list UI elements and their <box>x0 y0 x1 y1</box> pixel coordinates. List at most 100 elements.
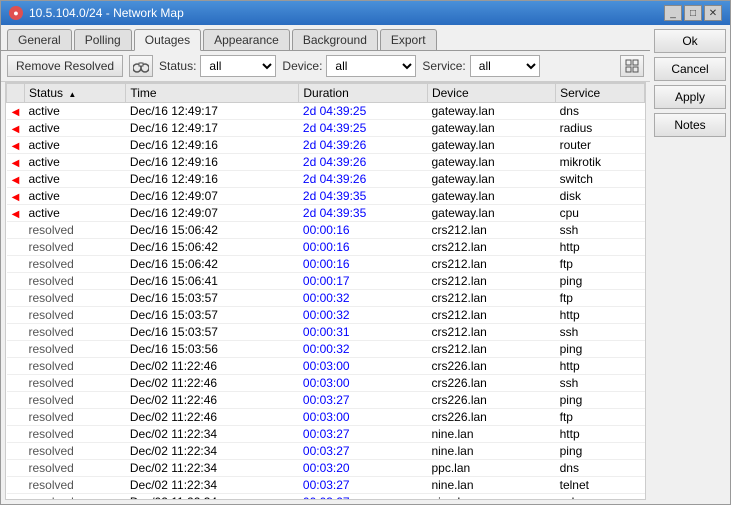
row-device: gateway.lan <box>427 171 555 188</box>
table-row: ◀activeDec/16 12:49:172d 04:39:25gateway… <box>7 103 645 120</box>
row-duration: 2d 04:39:25 <box>299 120 428 137</box>
row-time: Dec/02 11:22:34 <box>126 426 299 443</box>
row-service: ftp <box>556 256 645 273</box>
row-duration: 00:03:00 <box>299 375 428 392</box>
row-time: Dec/02 11:22:34 <box>126 443 299 460</box>
row-status: resolved <box>25 256 126 273</box>
cancel-button[interactable]: Cancel <box>654 57 726 81</box>
row-flag <box>7 239 25 256</box>
row-device: crs212.lan <box>427 256 555 273</box>
tab-outages[interactable]: Outages <box>134 29 201 51</box>
row-status: resolved <box>25 290 126 307</box>
device-select[interactable]: all <box>326 55 416 77</box>
row-device: crs226.lan <box>427 358 555 375</box>
row-time: Dec/02 11:22:34 <box>126 460 299 477</box>
row-device: crs212.lan <box>427 290 555 307</box>
row-device: nine.lan <box>427 477 555 494</box>
row-duration: 2d 04:39:26 <box>299 154 428 171</box>
search-button[interactable] <box>129 55 153 77</box>
row-duration: 00:00:17 <box>299 273 428 290</box>
close-button[interactable]: ✕ <box>704 5 722 21</box>
table-row: resolvedDec/02 11:22:3400:03:27nine.lans… <box>7 494 645 501</box>
row-time: Dec/16 15:06:41 <box>126 273 299 290</box>
table-row: ◀activeDec/16 12:49:072d 04:39:35gateway… <box>7 205 645 222</box>
row-status: resolved <box>25 460 126 477</box>
row-time: Dec/02 11:22:46 <box>126 409 299 426</box>
app-icon: ● <box>9 6 23 20</box>
table-row: ◀activeDec/16 12:49:162d 04:39:26gateway… <box>7 137 645 154</box>
row-status: resolved <box>25 307 126 324</box>
minimize-button[interactable]: _ <box>664 5 682 21</box>
row-duration: 00:00:16 <box>299 239 428 256</box>
row-service: dns <box>556 103 645 120</box>
device-filter: Device: all <box>282 55 416 77</box>
table-row: ◀activeDec/16 12:49:162d 04:39:26gateway… <box>7 154 645 171</box>
row-device: gateway.lan <box>427 137 555 154</box>
tab-export[interactable]: Export <box>380 29 437 50</box>
row-duration: 2d 04:39:25 <box>299 103 428 120</box>
row-device: crs212.lan <box>427 273 555 290</box>
row-status: resolved <box>25 375 126 392</box>
col-duration[interactable]: Duration <box>299 84 428 103</box>
row-device: crs212.lan <box>427 239 555 256</box>
tab-bar: General Polling Outages Appearance Backg… <box>1 25 650 51</box>
tab-general[interactable]: General <box>7 29 72 50</box>
row-time: Dec/02 11:22:46 <box>126 392 299 409</box>
row-time: Dec/16 12:49:16 <box>126 171 299 188</box>
row-status: resolved <box>25 477 126 494</box>
row-flag <box>7 443 25 460</box>
row-time: Dec/16 12:49:16 <box>126 137 299 154</box>
apply-button[interactable]: Apply <box>654 85 726 109</box>
row-duration: 00:00:31 <box>299 324 428 341</box>
row-service: dns <box>556 460 645 477</box>
remove-resolved-button[interactable]: Remove Resolved <box>7 55 123 77</box>
row-duration: 00:03:27 <box>299 392 428 409</box>
col-time[interactable]: Time <box>126 84 299 103</box>
row-flag: ◀ <box>7 188 25 205</box>
tab-polling[interactable]: Polling <box>74 29 132 50</box>
row-status: active <box>25 171 126 188</box>
col-device[interactable]: Device <box>427 84 555 103</box>
main-window: ● 10.5.104.0/24 - Network Map _ □ ✕ Gene… <box>0 0 731 505</box>
col-status[interactable]: Status ▲ <box>25 84 126 103</box>
row-flag: ◀ <box>7 154 25 171</box>
row-service: telnet <box>556 477 645 494</box>
view-options-button[interactable] <box>620 55 644 77</box>
table-row: resolvedDec/16 15:03:5700:00:32crs212.la… <box>7 307 645 324</box>
row-device: nine.lan <box>427 494 555 501</box>
row-status: resolved <box>25 409 126 426</box>
col-service[interactable]: Service <box>556 84 645 103</box>
table-header-row: Status ▲ Time Duration Device Service <box>7 84 645 103</box>
notes-button[interactable]: Notes <box>654 113 726 137</box>
table-row: resolvedDec/02 11:22:4600:03:00crs226.la… <box>7 409 645 426</box>
toolbar: Remove Resolved Status: all active resol… <box>1 51 650 82</box>
service-select[interactable]: all <box>470 55 540 77</box>
row-flag <box>7 256 25 273</box>
service-label: Service: <box>422 59 465 73</box>
status-select[interactable]: all active resolved <box>200 55 276 77</box>
row-service: radius <box>556 120 645 137</box>
table-body: ◀activeDec/16 12:49:172d 04:39:25gateway… <box>7 103 645 501</box>
row-flag <box>7 494 25 501</box>
maximize-button[interactable]: □ <box>684 5 702 21</box>
table-row: resolvedDec/02 11:22:4600:03:27crs226.la… <box>7 392 645 409</box>
table-row: ◀activeDec/16 12:49:072d 04:39:35gateway… <box>7 188 645 205</box>
row-service: http <box>556 358 645 375</box>
row-device: crs212.lan <box>427 307 555 324</box>
row-flag <box>7 222 25 239</box>
outages-table-container[interactable]: Status ▲ Time Duration Device Service ◀a… <box>5 82 646 500</box>
device-label: Device: <box>282 59 322 73</box>
row-service: http <box>556 239 645 256</box>
service-filter: Service: all <box>422 55 539 77</box>
row-time: Dec/02 11:22:46 <box>126 358 299 375</box>
table-row: ◀activeDec/16 12:49:162d 04:39:26gateway… <box>7 171 645 188</box>
row-status: resolved <box>25 324 126 341</box>
row-time: Dec/16 15:03:57 <box>126 324 299 341</box>
table-row: resolvedDec/16 15:03:5700:00:32crs212.la… <box>7 290 645 307</box>
row-device: crs226.lan <box>427 392 555 409</box>
tab-background[interactable]: Background <box>292 29 378 50</box>
row-service: ping <box>556 341 645 358</box>
tab-appearance[interactable]: Appearance <box>203 29 290 50</box>
ok-button[interactable]: Ok <box>654 29 726 53</box>
row-time: Dec/16 15:03:56 <box>126 341 299 358</box>
